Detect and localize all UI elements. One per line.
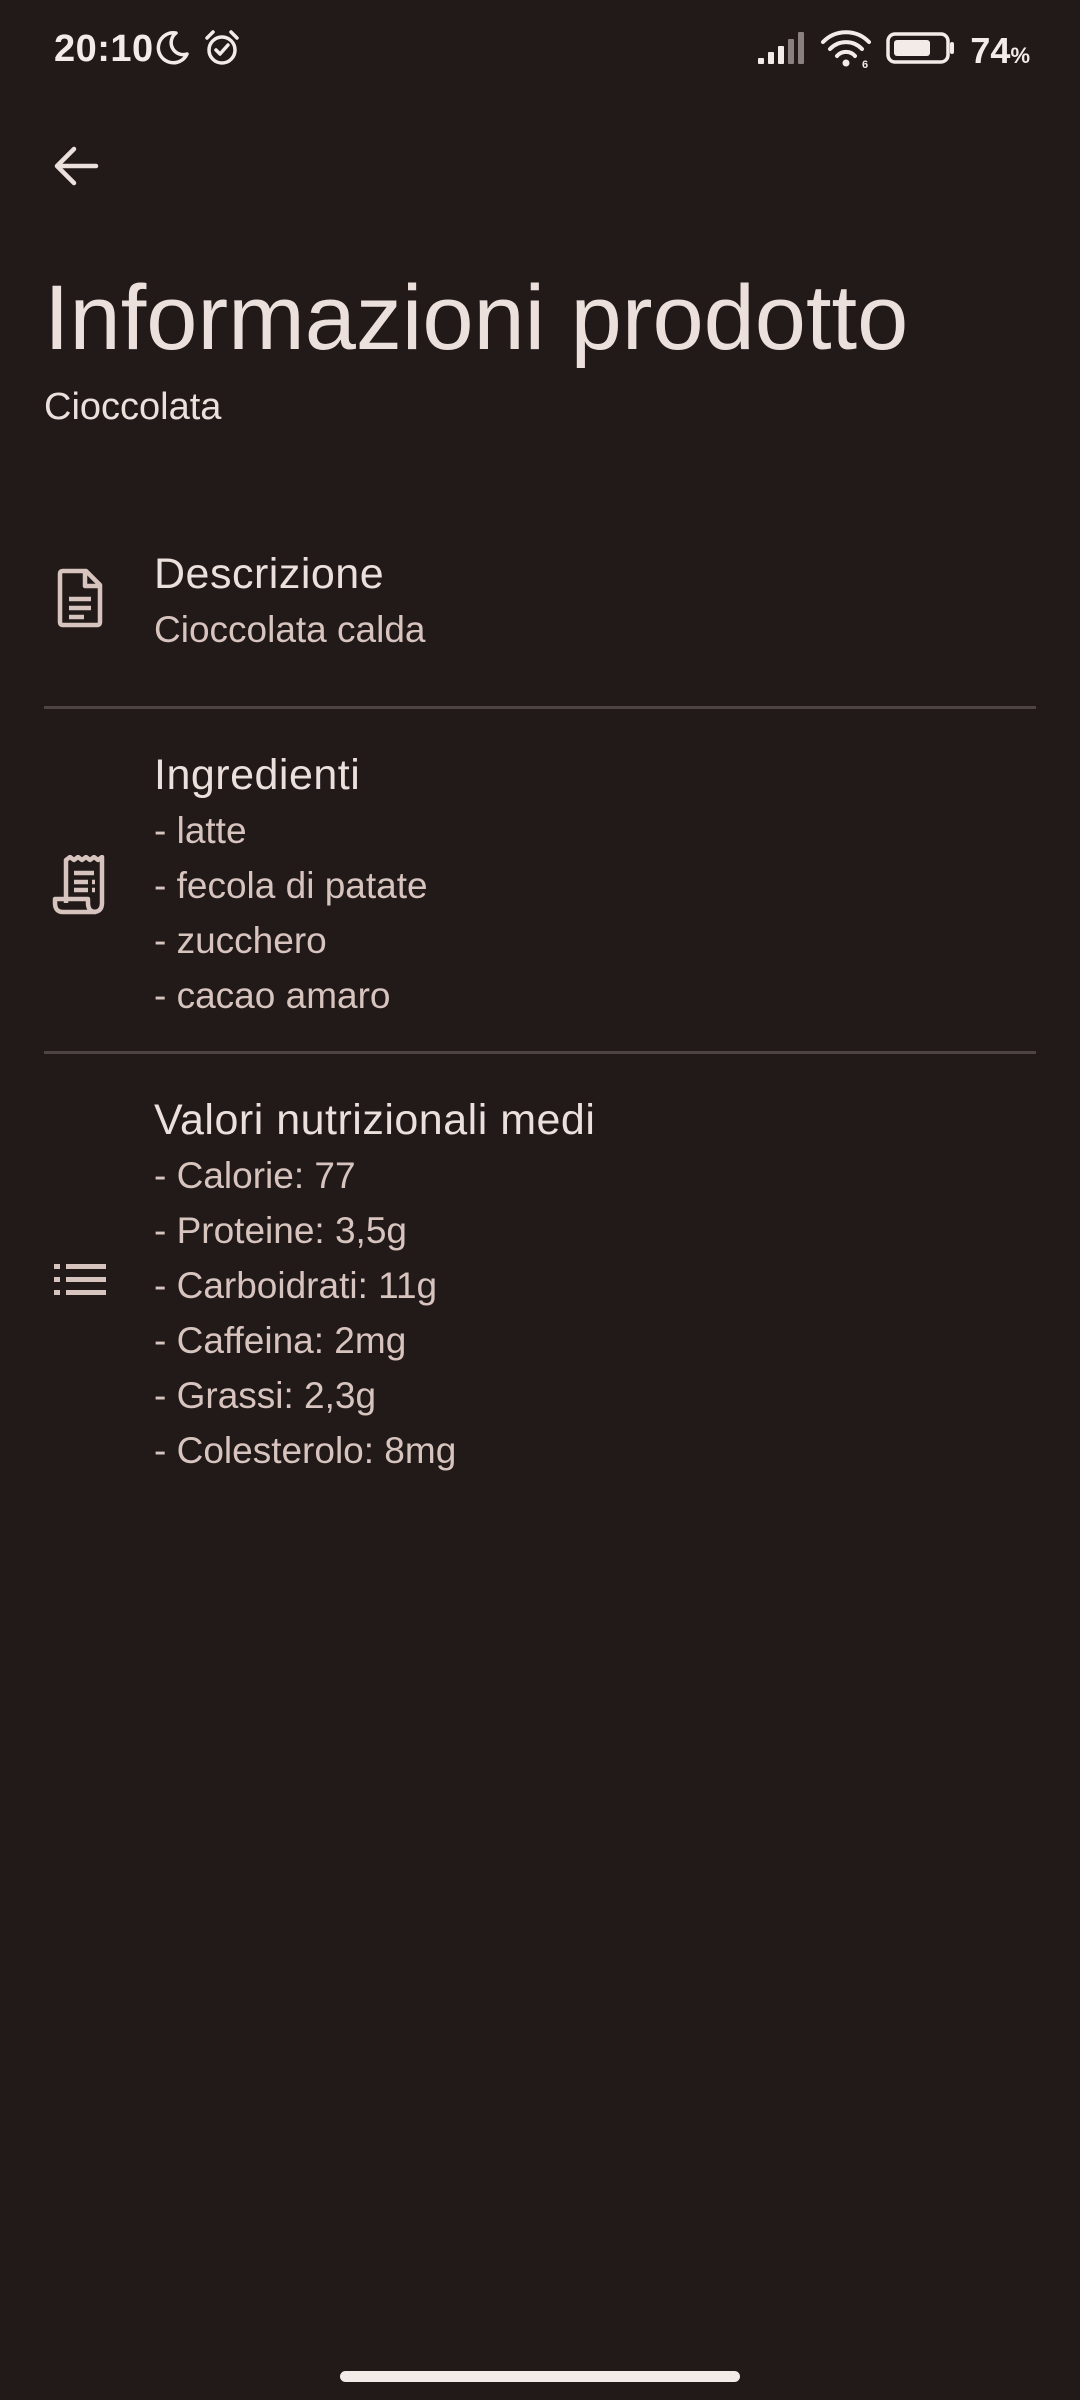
- alarm-icon: [202, 28, 242, 73]
- nutrition-item: - Proteine: 3,5g: [154, 1210, 407, 1251]
- battery-percentage: 74%: [970, 30, 1030, 72]
- page-title: Informazioni prodotto: [44, 267, 909, 369]
- status-left-icons: [152, 28, 242, 73]
- section-description: Descrizione Cioccolata calda: [44, 546, 1036, 656]
- signal-icon: [756, 30, 806, 71]
- battery-unit: %: [1010, 42, 1030, 68]
- wifi-icon: 6: [820, 28, 872, 73]
- list-icon: [48, 1248, 112, 1312]
- moon-icon: [152, 28, 192, 73]
- nutrition-text: Valori nutrizionali medi - Calorie: 77 -…: [154, 1092, 595, 1478]
- page-subtitle: Cioccolata: [44, 386, 222, 428]
- arrow-back-icon: [50, 140, 102, 197]
- description-line: Cioccolata calda: [154, 609, 426, 650]
- description-heading: Descrizione: [154, 550, 385, 598]
- gesture-navigation-bar[interactable]: [340, 2371, 740, 2382]
- description-text: Descrizione Cioccolata calda: [154, 546, 425, 657]
- nutrition-item: - Carboidrati: 11g: [154, 1265, 438, 1306]
- status-right-icons: 6 74%: [756, 28, 1030, 73]
- divider: [44, 1051, 1036, 1054]
- ingredients-text: Ingredienti - latte - fecola di patate -…: [154, 747, 428, 1023]
- nutrition-item: - Colesterolo: 8mg: [154, 1430, 457, 1471]
- back-button[interactable]: [32, 124, 120, 212]
- section-ingredients: Ingredienti - latte - fecola di patate -…: [44, 747, 1036, 1027]
- battery-icon: [886, 31, 956, 70]
- nutrition-item: - Grassi: 2,3g: [154, 1375, 377, 1416]
- nutrition-heading: Valori nutrizionali medi: [154, 1096, 596, 1144]
- ingredient-item: - latte: [154, 810, 247, 851]
- ingredient-item: - zucchero: [154, 920, 327, 961]
- ingredients-heading: Ingredienti: [154, 751, 361, 799]
- svg-text:6: 6: [862, 59, 868, 68]
- battery-value: 74: [970, 29, 1011, 71]
- section-nutrition: Valori nutrizionali medi - Calorie: 77 -…: [44, 1092, 1036, 1482]
- ingredient-item: - fecola di patate: [154, 865, 428, 906]
- divider: [44, 706, 1036, 709]
- document-icon: [48, 566, 112, 630]
- nutrition-item: - Caffeina: 2mg: [154, 1320, 407, 1361]
- status-bar: 20:10 6 74%: [0, 0, 1080, 104]
- nutrition-item: - Calorie: 77: [154, 1155, 356, 1196]
- ingredient-item: - cacao amaro: [154, 975, 391, 1016]
- status-time: 20:10: [54, 28, 154, 70]
- receipt-icon: [48, 853, 112, 917]
